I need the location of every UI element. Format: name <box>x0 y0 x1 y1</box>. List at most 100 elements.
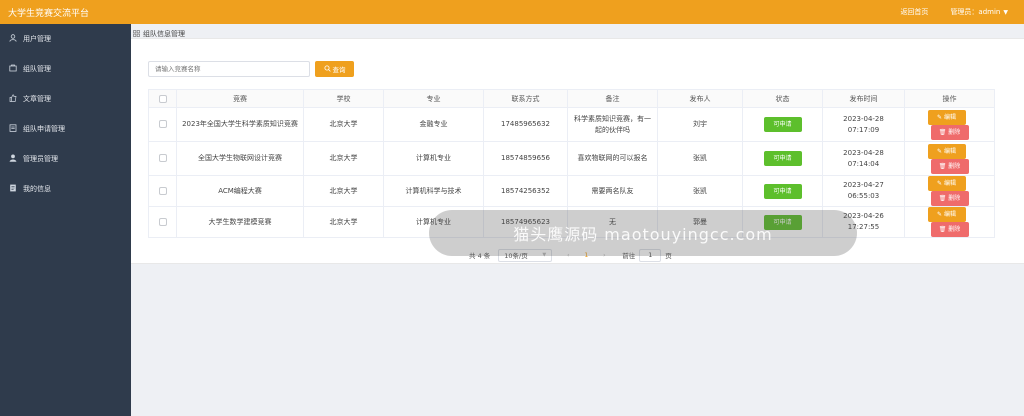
row-checkbox[interactable] <box>158 154 167 162</box>
top-bar: 大学生竞赛交流平台 返回首页 管理员：admin ▼ <box>0 0 1024 24</box>
search-icon <box>324 65 331 74</box>
actions-cell: ✎ 编辑🗑 删除 <box>904 141 995 176</box>
sidebar-item-my-info[interactable]: 我的信息 <box>0 174 131 204</box>
delete-button-label: 删除 <box>948 195 961 202</box>
select-all-checkbox[interactable] <box>158 94 167 103</box>
sidebar-item-label: 用户管理 <box>23 35 51 43</box>
major-cell: 金融专业 <box>383 107 484 142</box>
status-cell: 可申请 <box>742 141 823 176</box>
actions-cell: ✎ 编辑🗑 删除 <box>904 175 995 207</box>
delete-button[interactable]: 🗑 删除 <box>930 222 969 237</box>
column-header: 发布时间 <box>822 89 905 108</box>
note-cell: 需要两名队友 <box>567 175 658 207</box>
sidebar-item-label: 组队申请管理 <box>23 125 65 133</box>
publisher-cell: 张凯 <box>657 141 743 176</box>
edit-icon: ✎ <box>937 211 944 218</box>
row-checkbox[interactable] <box>158 186 167 195</box>
column-header: 联系方式 <box>483 89 568 108</box>
caret-down-icon: ▼ <box>1003 8 1008 16</box>
competition-cell: 全国大学生物联网设计竞赛 <box>176 141 304 176</box>
contact-cell: 18574859656 <box>483 141 568 176</box>
time-cell: 2023-04-27 06:55:03 <box>822 175 905 207</box>
school-cell: 北京大学 <box>303 206 384 238</box>
table-header-row: 竞赛 学校 专业 联系方式 备注 发布人 状态 发布时间 操作 <box>148 89 995 108</box>
delete-button-label: 删除 <box>948 226 961 233</box>
major-cell: 计算机专业 <box>383 141 484 176</box>
competition-cell: 大学生数学建模竞赛 <box>176 206 304 238</box>
table-row: ACM编程大赛 北京大学 计算机科学与技术 18574256352 需要两名队友… <box>148 175 995 207</box>
status-button[interactable]: 可申请 <box>763 183 802 199</box>
edit-button-label: 编辑 <box>943 147 956 155</box>
edit-button-label: 编辑 <box>943 113 956 121</box>
sidebar-item-users[interactable]: 用户管理 <box>0 24 131 54</box>
sidebar-item-label: 文章管理 <box>23 95 51 103</box>
trash-icon: 🗑 <box>938 128 949 136</box>
admin-menu[interactable]: 管理员：admin ▼ <box>950 7 1008 17</box>
search-input[interactable] <box>148 61 310 77</box>
status-button[interactable]: 可申请 <box>763 151 802 166</box>
school-cell: 北京大学 <box>303 141 384 176</box>
competition-cell: ACM编程大赛 <box>176 175 304 207</box>
edit-button[interactable]: ✎ 编辑 <box>927 176 966 191</box>
thumb-up-icon <box>8 94 18 104</box>
contact-cell: 17485965632 <box>483 107 568 142</box>
column-header: 专业 <box>383 89 484 108</box>
school-cell: 北京大学 <box>303 107 384 142</box>
status-cell: 可申请 <box>742 107 823 142</box>
status-cell: 可申请 <box>742 175 823 207</box>
time-cell: 2023-04-28 07:14:04 <box>822 141 905 176</box>
info-icon <box>8 184 18 194</box>
note-cell: 科学素质知识竞赛，有一起的伙伴吗 <box>567 107 658 142</box>
sidebar-item-admins[interactable]: 管理员管理 <box>0 144 131 174</box>
competition-cell: 2023年全国大学生科学素质知识竞赛 <box>176 107 304 142</box>
edit-button-label: 编辑 <box>943 180 956 187</box>
app-title: 大学生竞赛交流平台 <box>8 8 90 19</box>
column-header: 竞赛 <box>176 89 304 108</box>
sidebar-item-teams[interactable]: 组队管理 <box>0 54 131 84</box>
delete-button-label: 删除 <box>948 128 961 136</box>
column-header: 备注 <box>567 89 658 108</box>
actions-cell: ✎ 编辑🗑 删除 <box>904 107 995 142</box>
delete-button-label: 删除 <box>948 162 961 170</box>
publisher-cell: 刘宇 <box>657 107 743 142</box>
trash-icon: 🗑 <box>938 226 949 233</box>
row-checkbox[interactable] <box>158 120 167 128</box>
delete-button[interactable]: 🗑 删除 <box>930 191 969 206</box>
actions-cell: ✎ 编辑🗑 删除 <box>904 206 995 238</box>
time-cell: 2023-04-28 07:17:09 <box>822 107 905 142</box>
row-checkbox[interactable] <box>158 217 167 226</box>
delete-button[interactable]: 🗑 删除 <box>930 124 969 140</box>
edit-icon: ✎ <box>937 147 944 155</box>
home-link[interactable]: 返回首页 <box>900 7 928 17</box>
table-row: 全国大学生物联网设计竞赛 北京大学 计算机专业 18574859656 喜欢物联… <box>148 141 995 176</box>
trash-icon: 🗑 <box>938 195 949 202</box>
sidebar: 用户管理 组队管理 文章管理 组队申请管理 管理员管理 我的信息 <box>0 24 131 416</box>
column-header: 学校 <box>303 89 384 108</box>
trash-icon: 🗑 <box>938 162 949 170</box>
edit-button[interactable]: ✎ 编辑 <box>927 143 966 159</box>
search-button-label: 查询 <box>332 66 346 74</box>
search-button[interactable]: 查询 <box>315 61 354 77</box>
note-cell: 喜欢物联网的可以报名 <box>567 141 658 176</box>
admin-label: 管理员：admin <box>950 8 1001 16</box>
edit-button[interactable]: ✎ 编辑 <box>927 207 966 222</box>
sidebar-item-team-applications[interactable]: 组队申请管理 <box>0 114 131 144</box>
sidebar-item-articles[interactable]: 文章管理 <box>0 84 131 114</box>
table-row: 2023年全国大学生科学素质知识竞赛 北京大学 金融专业 17485965632… <box>148 107 995 142</box>
admin-icon <box>8 154 18 164</box>
major-cell: 计算机科学与技术 <box>383 175 484 207</box>
user-icon <box>8 34 18 44</box>
sidebar-item-label: 组队管理 <box>23 65 51 73</box>
sidebar-item-label: 我的信息 <box>23 185 51 193</box>
watermark-overlay: 猫头鹰源码 maotouyingcc.com <box>429 210 857 256</box>
edit-button-label: 编辑 <box>943 211 956 218</box>
application-icon <box>8 124 18 134</box>
column-header: 状态 <box>742 89 823 108</box>
status-button[interactable]: 可申请 <box>763 117 802 132</box>
column-header: 发布人 <box>657 89 743 108</box>
edit-icon: ✎ <box>937 180 944 187</box>
edit-button[interactable]: ✎ 编辑 <box>927 109 966 125</box>
edit-icon: ✎ <box>937 113 944 121</box>
delete-button[interactable]: 🗑 删除 <box>930 158 969 174</box>
top-right-actions: 返回首页 管理员：admin ▼ <box>900 0 1024 24</box>
